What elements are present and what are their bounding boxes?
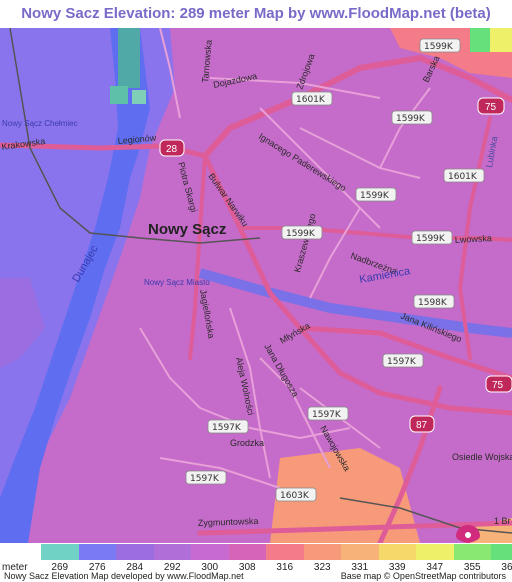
osiedle-label: Osiedle Wojska Polskiego xyxy=(452,452,512,462)
green-patch xyxy=(470,28,490,52)
legend-swatch xyxy=(266,544,304,560)
city-label: Nowy Sącz xyxy=(148,221,226,238)
shield-75-top: 75 xyxy=(477,97,505,115)
svg-text:1601K: 1601K xyxy=(448,172,478,182)
svg-text:1599K: 1599K xyxy=(416,234,446,244)
misc-label: 1 Br xyxy=(494,516,511,526)
svg-text:75: 75 xyxy=(492,380,504,391)
legend-swatch xyxy=(341,544,379,560)
street-zygmuntowska: Zygmuntowska xyxy=(198,516,259,528)
credit-developer: Nowy Sacz Elevation Map developed by www… xyxy=(4,571,244,581)
shield-1599k-top: 1599K xyxy=(419,38,461,53)
svg-text:87: 87 xyxy=(416,420,428,431)
svg-text:1597K: 1597K xyxy=(387,357,417,367)
teal-patch-3 xyxy=(132,90,146,104)
svg-text:1599K: 1599K xyxy=(396,114,426,124)
legend: meter 269 276 284 292 300 308 316 323 331 339 347 3… xyxy=(0,543,512,582)
svg-text:1599K: 1599K xyxy=(424,42,454,52)
street-lwowska: Lwowska xyxy=(455,233,492,245)
svg-text:75: 75 xyxy=(485,102,497,113)
legend-tick: 316 xyxy=(276,562,294,573)
svg-text:1597K: 1597K xyxy=(190,474,220,484)
shield-1598k: 1598K xyxy=(413,294,455,309)
legend-swatch xyxy=(453,544,492,560)
legend-swatch xyxy=(378,544,417,560)
shield-1597k-4: 1597K xyxy=(185,470,227,485)
teal-patch xyxy=(118,28,140,88)
svg-text:28: 28 xyxy=(166,144,178,155)
legend-swatch xyxy=(491,544,512,560)
svg-text:1603K: 1603K xyxy=(280,491,310,501)
teal-patch-2 xyxy=(110,86,128,104)
shield-28: 28 xyxy=(159,139,185,157)
street-grodzka: Grodzka xyxy=(230,438,264,448)
shield-1597k-2: 1597K xyxy=(307,406,349,421)
poi-station: Nowy Sącz Miasto xyxy=(144,278,210,287)
svg-text:1597K: 1597K xyxy=(312,410,342,420)
legend-swatch xyxy=(41,544,79,560)
shield-1597k-3: 1597K xyxy=(207,419,249,434)
svg-text:1599K: 1599K xyxy=(360,191,390,201)
svg-text:1599K: 1599K xyxy=(286,229,316,239)
map-title: Nowy Sacz Elevation: 289 meter Map by ww… xyxy=(21,5,491,22)
legend-swatch xyxy=(303,544,342,560)
yellow-patch xyxy=(490,28,512,52)
shield-75-right: 75 xyxy=(485,375,512,393)
legend-swatch xyxy=(116,544,154,560)
credit-osm: Base map © OpenStreetMap contributors xyxy=(340,571,506,581)
shield-1599k-3: 1599K xyxy=(355,187,397,202)
legend-swatch xyxy=(78,544,117,560)
shield-1601k-top: 1601K xyxy=(291,91,333,106)
legend-swatch xyxy=(153,544,192,560)
shield-87: 87 xyxy=(409,415,435,433)
svg-text:1601K: 1601K xyxy=(296,95,326,105)
shield-1599k-4: 1599K xyxy=(281,225,323,240)
shield-1603k: 1603K xyxy=(275,487,317,502)
legend-swatch xyxy=(228,544,267,560)
svg-text:1598K: 1598K xyxy=(418,298,448,308)
elevation-map[interactable]: Tarnowska Dojazdowa Zdrojowa Barska Legi… xyxy=(0,28,512,543)
shield-1601k-2: 1601K xyxy=(443,168,485,183)
legend-swatch xyxy=(416,544,454,560)
shield-1597k-1: 1597K xyxy=(382,353,424,368)
legend-swatch xyxy=(191,544,229,560)
shield-1599k-5: 1599K xyxy=(411,230,453,245)
shield-1599k-2: 1599K xyxy=(391,110,433,125)
legend-tick: 323 xyxy=(313,562,331,573)
poi-chelmiec: Nowy Sącz Chełmiec xyxy=(2,119,78,128)
svg-text:1597K: 1597K xyxy=(212,423,242,433)
